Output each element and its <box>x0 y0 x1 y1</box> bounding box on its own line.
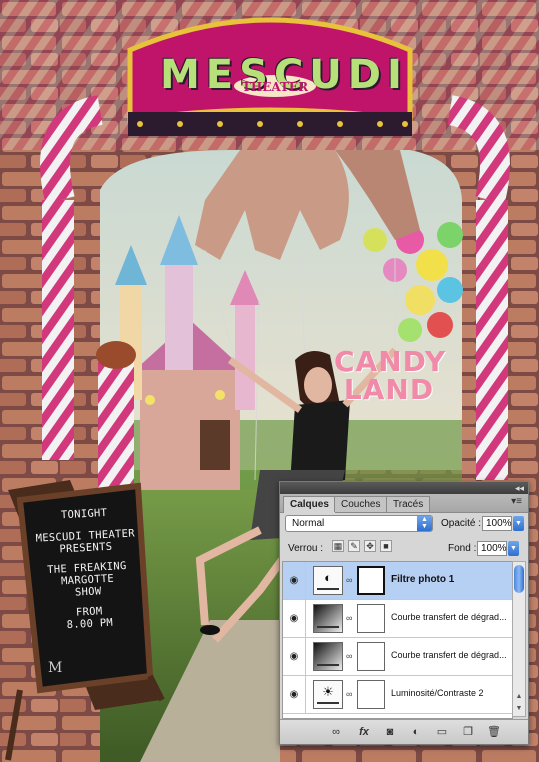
opacity-dropdown-icon[interactable]: ▼ <box>513 516 524 531</box>
scroll-up-icon[interactable]: ▲ <box>514 692 524 702</box>
fx-icon[interactable]: fx <box>356 724 372 740</box>
fill-label: Fond : <box>448 543 477 554</box>
layer-row[interactable]: ◉ ∞ Courbe transfert de dégrad... <box>283 638 512 676</box>
new-layer-icon[interactable]: ❐ <box>460 724 476 740</box>
marquee-subtitle: THEATER <box>241 80 309 94</box>
layer-name[interactable]: Courbe transfert de dégrad... <box>391 612 507 622</box>
adjustment-layer-icon[interactable]: ◐ <box>408 724 424 740</box>
tab-traces[interactable]: Tracés <box>386 496 431 512</box>
eye-icon[interactable]: ◉ <box>287 688 301 702</box>
layer-name[interactable]: Filtre photo 1 <box>391 574 454 585</box>
layer-name[interactable]: Luminosité/Contraste 2 <box>391 688 484 698</box>
layers-panel: ◂◂ Calques Couches Tracés ▾≡ Normal ▲ ▼ O… <box>279 481 529 745</box>
opacity-label: Opacité : <box>441 518 482 529</box>
fill-input[interactable]: 100% <box>477 541 507 556</box>
lock-transparency-icon[interactable]: ▦ <box>332 540 344 552</box>
chalkboard-logo: M <box>48 660 63 676</box>
scrollbar-thumb[interactable] <box>514 565 524 593</box>
tab-couches[interactable]: Couches <box>334 496 388 512</box>
layer-row[interactable]: ◉ ☀ ∞ Luminosité/Contraste 2 <box>283 676 512 714</box>
gradient-map-icon[interactable] <box>313 642 343 671</box>
layer-mask-thumbnail[interactable] <box>357 604 385 633</box>
panel-footer: ∞ fx ◙ ◐ ▭ ❐ 🗑 <box>280 719 528 744</box>
layer-mask-thumbnail[interactable] <box>357 680 385 709</box>
collapse-panel-icon[interactable]: ◂◂ <box>515 482 524 494</box>
blend-mode-value: Normal <box>292 518 325 529</box>
link-layers-icon[interactable]: ∞ <box>328 724 344 740</box>
tab-calques[interactable]: Calques <box>283 496 336 513</box>
chain-link-icon[interactable]: ∞ <box>346 613 352 623</box>
fill-dropdown-icon[interactable]: ▼ <box>508 541 519 556</box>
lock-position-icon[interactable]: ✥ <box>364 540 376 552</box>
eye-icon[interactable]: ◉ <box>287 574 301 588</box>
photo-filter-icon[interactable]: ◐ <box>313 566 343 595</box>
scroll-down-icon[interactable]: ▼ <box>514 704 524 714</box>
layers-scrollbar[interactable]: ▲ ▼ <box>512 561 526 717</box>
layer-row[interactable]: ◉ ∞ Courbe transfert de dégrad... <box>283 600 512 638</box>
lock-label: Verrou : <box>288 543 324 554</box>
updown-arrows-icon: ▲ ▼ <box>417 516 432 531</box>
layer-mask-thumbnail[interactable] <box>357 566 385 595</box>
layer-name[interactable]: Courbe transfert de dégrad... <box>391 650 507 660</box>
new-group-icon[interactable]: ▭ <box>434 724 450 740</box>
eye-icon[interactable]: ◉ <box>287 612 301 626</box>
blend-mode-select[interactable]: Normal ▲ ▼ <box>285 515 433 532</box>
lock-all-icon[interactable]: ■ <box>380 540 392 552</box>
layer-row[interactable]: ◉ ◐ ∞ Filtre photo 1 <box>283 562 512 600</box>
candy-land-sign: CANDY LAND <box>334 345 447 406</box>
chalkboard-text: TONIGHT MESCUDI THEATER PRESENTS THE FRE… <box>19 505 155 634</box>
chain-link-icon[interactable]: ∞ <box>346 575 352 585</box>
layers-list: ◉ ◐ ∞ Filtre photo 1 ◉ ∞ Courbe transfer… <box>282 561 513 719</box>
panel-tabs: Calques Couches Tracés ▾≡ <box>280 494 528 513</box>
opacity-input[interactable]: 100% <box>482 516 512 531</box>
layer-mask-thumbnail[interactable] <box>357 642 385 671</box>
gradient-map-icon[interactable] <box>313 604 343 633</box>
panel-title-bar[interactable]: ◂◂ <box>280 482 528 494</box>
eye-icon[interactable]: ◉ <box>287 650 301 664</box>
lock-image-icon[interactable]: ✎ <box>348 540 360 552</box>
panel-menu-icon[interactable]: ▾≡ <box>511 496 522 507</box>
chain-link-icon[interactable]: ∞ <box>346 689 352 699</box>
add-mask-icon[interactable]: ◙ <box>382 724 398 740</box>
brightness-contrast-icon[interactable]: ☀ <box>313 680 343 709</box>
chain-link-icon[interactable]: ∞ <box>346 651 352 661</box>
trash-icon[interactable]: 🗑 <box>486 724 502 740</box>
